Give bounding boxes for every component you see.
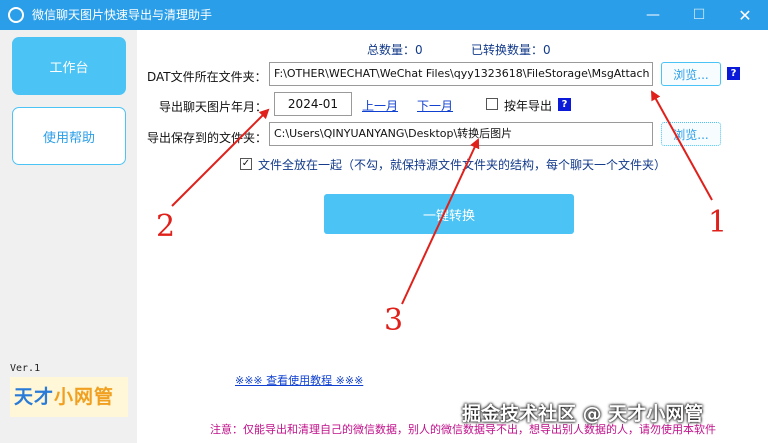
minimize-button[interactable]: — [630, 0, 676, 30]
dat-folder-label: DAT文件所在文件夹： [147, 70, 267, 84]
watermark: 掘金技术社区 @ 天才小网管 [462, 403, 704, 425]
maximize-button[interactable]: ☐ [676, 0, 722, 30]
brand-logo: 天才小网管 [10, 377, 128, 417]
main-panel: 总数量：0 已转换数量：0 DAT文件所在文件夹： F:\OTHER\WECHA… [137, 30, 768, 443]
window-title: 微信聊天图片快速导出与清理助手 [32, 8, 213, 22]
next-month-link[interactable]: 下一月 [417, 97, 453, 114]
month-input[interactable]: 2024-01 [274, 92, 352, 116]
app-icon [8, 7, 24, 23]
save-folder-input[interactable]: C:\Users\QINYUANYANG\Desktop\转换后图片 [269, 122, 653, 146]
sidebar: 工作台 使用帮助 Ver.1 天才小网管 [0, 30, 137, 443]
title-bar: 微信聊天图片快速导出与清理助手 — ☐ ✕ [0, 0, 768, 30]
month-label: 导出聊天图片年月： [159, 100, 268, 114]
dat-help-icon[interactable]: ? [727, 67, 740, 80]
save-folder-label: 导出保存到的文件夹： [147, 131, 268, 145]
sidebar-item-workbench[interactable]: 工作台 [12, 37, 126, 95]
save-browse-button[interactable]: 浏览... [661, 122, 721, 146]
dat-browse-button[interactable]: 浏览... [661, 62, 721, 86]
all-in-one-checkbox[interactable]: ✓ [240, 158, 252, 170]
converted-count: 已转换数量：0 [471, 43, 551, 57]
dat-folder-input[interactable]: F:\OTHER\WECHAT\WeChat Files\qyy1323618\… [269, 62, 653, 86]
sidebar-item-help[interactable]: 使用帮助 [12, 107, 126, 165]
usage-tutorial-link[interactable]: ※※※ 查看使用教程 ※※※ [235, 372, 363, 388]
total-count: 总数量：0 [367, 43, 423, 57]
all-in-one-label: 文件全放在一起（不勾，就保持源文件文件夹的结构，每个聊天一个文件夹） [258, 158, 667, 172]
by-year-checkbox[interactable] [486, 98, 498, 110]
brand-logo-part1: 天才 [14, 386, 55, 408]
prev-month-link[interactable]: 上一月 [362, 97, 398, 114]
brand-logo-part2: 小网管 [54, 386, 115, 408]
version-label: Ver.1 [10, 363, 41, 374]
by-year-label: 按年导出 [504, 99, 553, 113]
convert-button[interactable]: 一键转换 [324, 194, 574, 234]
by-year-help-icon[interactable]: ? [558, 98, 571, 111]
close-button[interactable]: ✕ [722, 0, 768, 30]
